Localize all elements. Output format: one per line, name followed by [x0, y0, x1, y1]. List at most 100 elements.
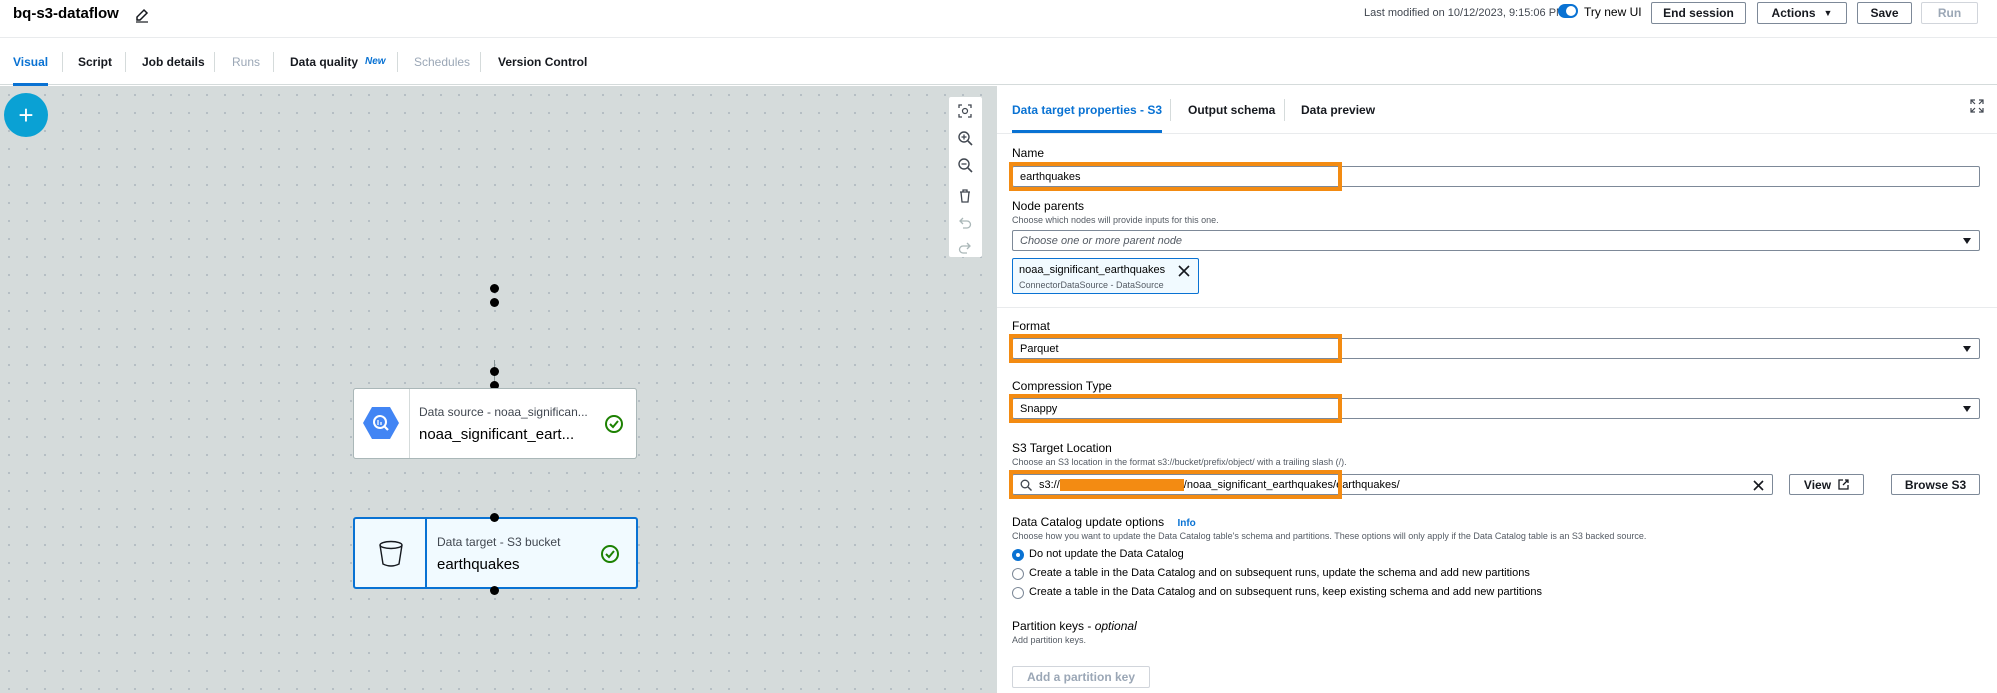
- tab-version-control-label: Version Control: [498, 54, 588, 69]
- redo-icon[interactable]: [957, 240, 973, 256]
- tab-visual[interactable]: Visual: [13, 38, 49, 86]
- view-label: View: [1803, 477, 1832, 492]
- node-icon-area: [354, 389, 410, 458]
- node-icon-area: [355, 519, 427, 587]
- tab-runs[interactable]: Runs: [232, 38, 260, 85]
- check-circle-icon: [601, 545, 619, 563]
- node-output-handle[interactable]: [490, 298, 499, 307]
- parent-token-name: noaa_significant_earthquakes: [1019, 264, 1166, 276]
- parent-token-type: ConnectorDataSource - DataSource: [1019, 280, 1164, 290]
- tab-job-details-label: Job details: [142, 54, 205, 69]
- expand-icon[interactable]: [1970, 99, 1984, 113]
- tab-output-schema-label: Output schema: [1188, 102, 1276, 117]
- s3-target-label: S3 Target Location: [1012, 441, 1112, 455]
- tab-properties-label: Data target properties - S3: [1012, 102, 1163, 117]
- add-partition-label: Add a partition key: [1026, 670, 1136, 684]
- run-label: Run: [1937, 6, 1962, 20]
- tab-divider: [62, 52, 63, 72]
- plus-icon: +: [18, 99, 34, 130]
- tab-output-schema[interactable]: Output schema: [1188, 86, 1275, 133]
- clear-icon[interactable]: [1753, 480, 1764, 491]
- zoom-out-icon[interactable]: [957, 157, 973, 173]
- add-partition-key-button[interactable]: Add a partition key: [1012, 666, 1150, 688]
- caret-down-icon: [1963, 346, 1971, 352]
- tab-divider: [1284, 99, 1285, 121]
- end-session-button[interactable]: End session: [1651, 2, 1746, 24]
- name-label: Name: [1012, 146, 1045, 160]
- radio-no-update[interactable]: [1012, 549, 1024, 561]
- view-button[interactable]: View: [1789, 474, 1864, 495]
- highlight-box: [1009, 470, 1342, 499]
- run-button[interactable]: Run: [1921, 2, 1978, 24]
- tab-divider: [480, 52, 481, 72]
- caret-down-icon: [1963, 406, 1971, 412]
- node-output-handle[interactable]: [490, 586, 499, 595]
- tab-data-preview[interactable]: Data preview: [1301, 86, 1375, 133]
- tab-divider: [125, 52, 126, 72]
- last-modified-text: Last modified on 10/12/2023, 9:15:06 PM: [1364, 7, 1566, 19]
- visual-canvas[interactable]: + Data source - noaa_significan... noaa_…: [0, 86, 996, 693]
- data-source-node[interactable]: Data source - noaa_significan... noaa_si…: [353, 388, 637, 459]
- tab-job-details[interactable]: Job details: [142, 38, 205, 85]
- tab-schedules-label: Schedules: [414, 54, 471, 69]
- save-button[interactable]: Save: [1857, 2, 1912, 24]
- highlight-box: [1009, 394, 1342, 423]
- tab-script-label: Script: [78, 54, 113, 69]
- format-label: Format: [1012, 319, 1051, 333]
- radio-keep-schema[interactable]: [1012, 587, 1024, 599]
- zoom-in-icon[interactable]: [957, 130, 973, 146]
- radio-label: Create a table in the Data Catalog and o…: [1029, 567, 1530, 579]
- node-parents-placeholder: Choose one or more parent node: [1020, 234, 1183, 247]
- job-name: bq-s3-dataflow: [13, 5, 119, 22]
- catalog-options-label: Data Catalog update options Info: [1012, 515, 1196, 529]
- add-node-button[interactable]: +: [4, 93, 48, 137]
- compression-label: Compression Type: [1012, 379, 1112, 393]
- undo-icon[interactable]: [957, 215, 973, 231]
- catalog-label-text: Data Catalog update options: [1012, 515, 1165, 529]
- highlight-box: [1009, 162, 1342, 191]
- browse-s3-button[interactable]: Browse S3: [1891, 474, 1980, 495]
- tab-script[interactable]: Script: [78, 38, 112, 85]
- tab-divider: [214, 52, 215, 72]
- divider: [997, 307, 1997, 308]
- caret-down-icon: [1963, 238, 1971, 244]
- trash-icon[interactable]: [957, 188, 973, 204]
- s3-target-description: Choose an S3 location in the format s3:/…: [1012, 457, 1347, 467]
- tab-divider: [397, 52, 398, 72]
- node-title: earthquakes: [437, 556, 520, 573]
- check-circle-icon: [605, 415, 623, 433]
- properties-panel: Data target properties - S3 Output schem…: [996, 86, 1997, 693]
- tab-version-control[interactable]: Version Control: [498, 38, 587, 85]
- data-target-node[interactable]: Data target - S3 bucket earthquakes: [353, 517, 638, 589]
- tab-schedules[interactable]: Schedules: [414, 38, 470, 85]
- actions-label: Actions: [1771, 6, 1816, 20]
- info-link[interactable]: Info: [1177, 518, 1195, 529]
- node-title: noaa_significant_eart...: [419, 426, 575, 443]
- optional-text: optional: [1094, 619, 1137, 633]
- top-bar: bq-s3-dataflow Last modified on 10/12/20…: [0, 0, 1997, 38]
- node-output-handle[interactable]: [490, 367, 499, 376]
- node-parents-description: Choose which nodes will provide inputs f…: [1012, 215, 1219, 225]
- node-parents-label: Node parents: [1012, 199, 1085, 213]
- node-input-handle[interactable]: [490, 513, 499, 522]
- node-parents-select[interactable]: Choose one or more parent node: [1012, 230, 1980, 251]
- connector-handle[interactable]: [490, 284, 499, 293]
- radio-update-schema[interactable]: [1012, 568, 1024, 580]
- highlight-box: [1009, 334, 1342, 363]
- tab-divider: [1170, 99, 1171, 121]
- edit-icon[interactable]: [133, 6, 151, 24]
- tab-visual-label: Visual: [13, 54, 49, 69]
- actions-button[interactable]: Actions ▼: [1757, 2, 1847, 24]
- node-label: Data source - noaa_significan...: [419, 405, 588, 419]
- partition-keys-label: Partition keys - optional: [1012, 619, 1137, 633]
- fit-to-screen-icon[interactable]: [957, 103, 973, 119]
- try-new-ui-toggle[interactable]: [1558, 4, 1578, 18]
- tab-data-quality[interactable]: Data quality New: [290, 38, 386, 85]
- close-icon[interactable]: [1178, 265, 1190, 277]
- tab-divider: [273, 52, 274, 72]
- job-tabs: Visual Script Job details Runs Data qual…: [0, 38, 1997, 86]
- tab-data-quality-label: Data quality: [290, 54, 359, 69]
- tab-data-target-properties[interactable]: Data target properties - S3: [1012, 86, 1163, 133]
- tab-runs-label: Runs: [232, 54, 261, 69]
- save-label: Save: [1870, 6, 1899, 20]
